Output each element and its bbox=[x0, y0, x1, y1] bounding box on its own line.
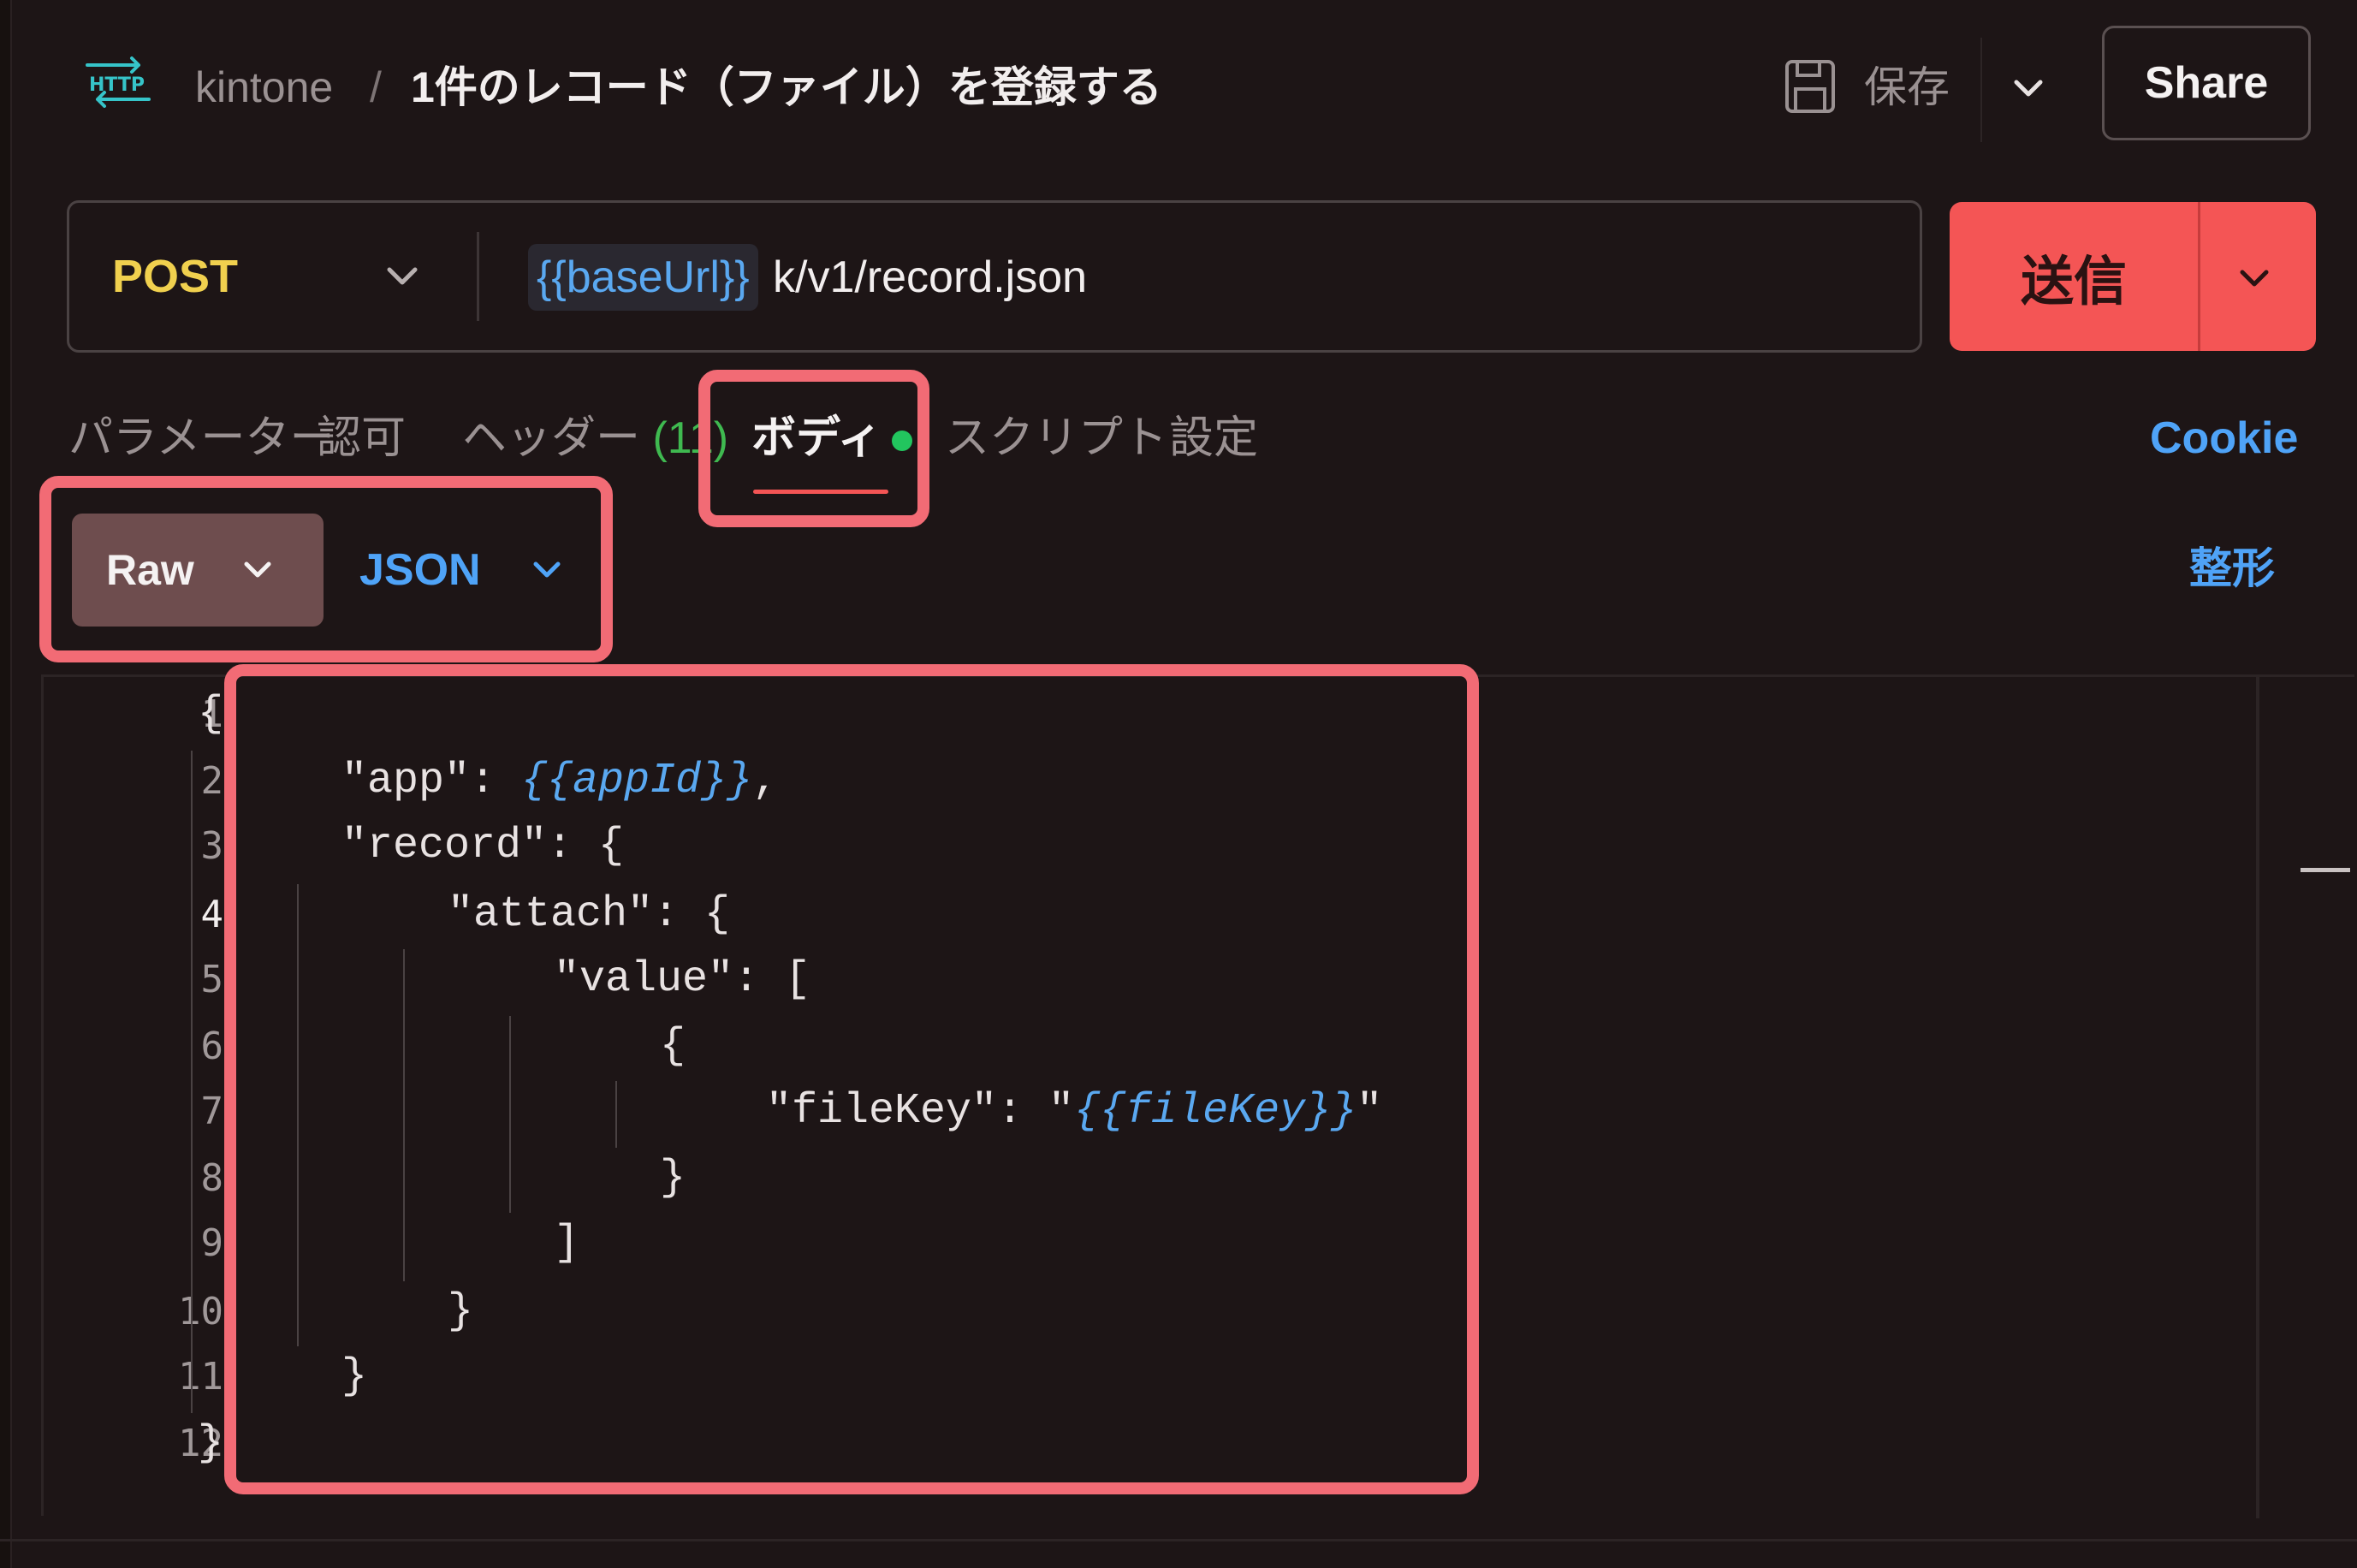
bottom-divider bbox=[0, 1539, 2357, 1541]
line-number: 11 bbox=[178, 1355, 223, 1399]
send-button-label[interactable]: 送信 bbox=[1950, 202, 2198, 351]
tab-params[interactable]: パラメーター bbox=[68, 407, 334, 469]
line-number: 6 bbox=[200, 1025, 224, 1068]
line-number: 10 bbox=[178, 1290, 223, 1333]
line-number: 9 bbox=[200, 1221, 224, 1265]
request-editor-window: HTTP kintone / 1件のレコード（ファイル）を登録する 保存 Sha… bbox=[0, 0, 2357, 1568]
line-number: 7 bbox=[200, 1090, 224, 1133]
chevron-down-icon[interactable] bbox=[2230, 253, 2278, 301]
method-select[interactable]: POST bbox=[112, 246, 238, 307]
tab-settings[interactable]: 設定 bbox=[1169, 407, 1258, 469]
url-divider bbox=[477, 232, 479, 321]
format-button[interactable]: 整形 bbox=[2189, 538, 2275, 599]
code-line: } bbox=[198, 1413, 223, 1475]
code-line: { bbox=[198, 684, 223, 745]
scrollbar-position-marker bbox=[2301, 868, 2350, 872]
chevron-down-icon[interactable] bbox=[2006, 65, 2051, 110]
line-number: 3 bbox=[200, 824, 224, 868]
cookie-link[interactable]: Cookie bbox=[2150, 407, 2298, 469]
url-input[interactable]: k/v1/record.json bbox=[773, 244, 1087, 311]
line-number: 8 bbox=[200, 1156, 224, 1200]
editor-scrollbar[interactable] bbox=[2256, 676, 2259, 1518]
url-variable-chip[interactable]: {{baseUrl}} bbox=[528, 244, 758, 311]
indent-guide bbox=[191, 751, 193, 1413]
line-number: 2 bbox=[200, 759, 224, 803]
tab-auth[interactable]: 認可 bbox=[317, 407, 406, 469]
chevron-down-icon[interactable] bbox=[379, 252, 425, 299]
send-button[interactable]: 送信 bbox=[1950, 202, 2316, 351]
save-button[interactable]: 保存 bbox=[1864, 56, 1950, 118]
highlight-body-tab bbox=[698, 370, 929, 527]
http-badge-icon: HTTP bbox=[86, 56, 151, 108]
highlight-body-type bbox=[39, 476, 613, 662]
left-edge-panel bbox=[0, 0, 12, 1568]
breadcrumb-collection[interactable]: kintone bbox=[195, 56, 333, 118]
line-number: 5 bbox=[200, 958, 224, 1001]
tab-scripts[interactable]: スクリプト bbox=[945, 407, 1167, 469]
code-text: { bbox=[198, 690, 224, 739]
share-button[interactable]: Share bbox=[2102, 26, 2311, 140]
tab-headers[interactable]: ヘッダー (11) bbox=[462, 407, 728, 469]
url-bar: POST {{baseUrl}} k/v1/record.json bbox=[67, 200, 1922, 353]
line-number: 4 bbox=[200, 893, 224, 936]
floppy-disk-icon[interactable] bbox=[1784, 58, 1837, 115]
request-title[interactable]: 1件のレコード（ファイル）を登録する bbox=[411, 56, 1162, 118]
highlight-json-body bbox=[224, 664, 1479, 1494]
code-text: } bbox=[198, 1419, 224, 1468]
save-divider bbox=[1980, 38, 1982, 142]
send-divider bbox=[2198, 202, 2200, 351]
tab-headers-label: ヘッダー bbox=[462, 413, 641, 463]
breadcrumb-separator: / bbox=[370, 63, 382, 111]
http-badge-text: HTTP bbox=[89, 74, 145, 96]
